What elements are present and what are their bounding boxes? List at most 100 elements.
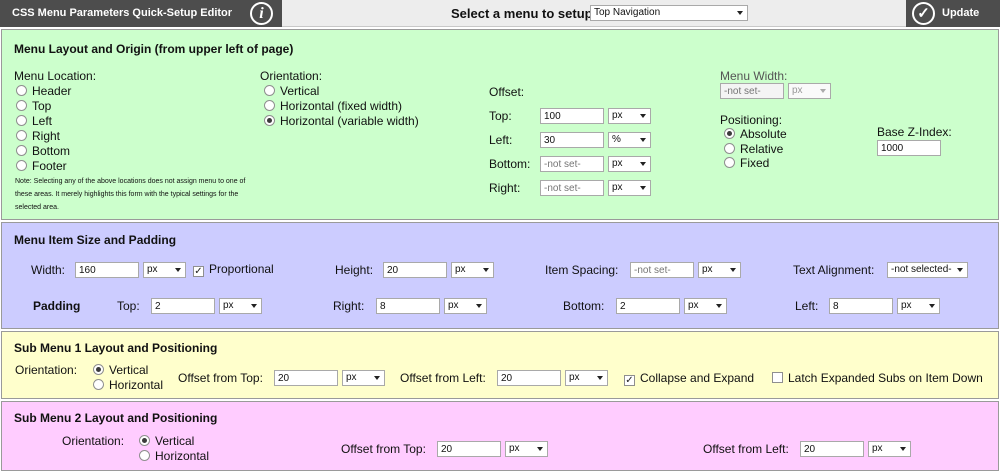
sub2-horizontal-radio[interactable]: Horizontal <box>139 449 209 464</box>
offset-top-unit-select[interactable]: px <box>608 108 651 124</box>
padding-right-input[interactable] <box>376 298 440 314</box>
radio-icon <box>16 160 27 171</box>
menu-item-title: Menu Item Size and Padding <box>14 233 177 247</box>
padding-top-label: Top: <box>117 299 140 313</box>
sub1-vertical-radio[interactable]: Vertical <box>93 363 148 378</box>
offset-top-input[interactable] <box>540 108 604 124</box>
select-value: px <box>702 264 713 275</box>
padding-right-label: Right: <box>333 299 365 313</box>
item-width-unit-select[interactable]: px <box>143 262 186 278</box>
location-footer-radio[interactable]: Footer <box>16 159 67 174</box>
offset-left-label: Left: <box>489 133 513 147</box>
radio-icon <box>724 143 735 154</box>
sub2-offset-left-input[interactable] <box>800 441 864 457</box>
chevron-down-icon <box>737 11 743 15</box>
radio-label: Relative <box>740 142 784 156</box>
positioning-absolute-radio[interactable]: Absolute <box>724 127 787 142</box>
select-value: px <box>569 372 580 383</box>
padding-top-unit-select[interactable]: px <box>219 298 262 314</box>
padding-top-input[interactable] <box>151 298 215 314</box>
padding-left-input[interactable] <box>829 298 893 314</box>
positioning-label: Positioning: <box>720 113 783 127</box>
offset-right-input[interactable] <box>540 180 604 196</box>
radio-icon <box>264 85 275 96</box>
sub2-offset-top-input[interactable] <box>437 441 501 457</box>
radio-label: Vertical <box>109 363 149 377</box>
item-width-input[interactable] <box>75 262 139 278</box>
latch-expanded-checkbox[interactable]: Latch Expanded Subs on Item Down <box>772 371 983 386</box>
sub-menu-1-title: Sub Menu 1 Layout and Positioning <box>14 341 218 355</box>
offset-right-unit-select[interactable]: px <box>608 180 651 196</box>
offset-bottom-unit-select[interactable]: px <box>608 156 651 172</box>
item-height-unit-select[interactable]: px <box>451 262 494 278</box>
location-right-radio[interactable]: Right <box>16 129 60 144</box>
radio-label: Fixed <box>740 156 770 170</box>
menu-location-label: Menu Location: <box>14 69 97 83</box>
offset-right-label: Right: <box>489 181 521 195</box>
positioning-relative-radio[interactable]: Relative <box>724 142 783 157</box>
orientation-horizontal-fixed-radio[interactable]: Horizontal (fixed width) <box>264 99 402 114</box>
location-top-radio[interactable]: Top <box>16 99 51 114</box>
select-value: px <box>612 158 623 169</box>
app-title-text: CSS Menu Parameters Quick-Setup Editor <box>12 7 233 19</box>
menu-width-unit-select[interactable]: px <box>788 83 831 99</box>
select-value: % <box>612 134 621 145</box>
location-header-radio[interactable]: Header <box>16 84 71 99</box>
radio-label: Left <box>32 114 53 128</box>
sub1-offset-left-input[interactable] <box>497 370 561 386</box>
sub1-offset-top-input[interactable] <box>274 370 338 386</box>
checkbox-label: Proportional <box>209 262 274 276</box>
radio-icon <box>16 100 27 111</box>
item-spacing-input[interactable] <box>630 262 694 278</box>
sub1-offset-top-unit-select[interactable]: px <box>342 370 385 386</box>
sub1-offset-left-unit-select[interactable]: px <box>565 370 608 386</box>
padding-left-unit-select[interactable]: px <box>897 298 940 314</box>
menu-select-dropdown[interactable]: Top Navigation <box>590 5 748 21</box>
sub-menu-1-panel: Sub Menu 1 Layout and Positioning Orient… <box>1 331 999 399</box>
update-label: Update <box>942 7 980 19</box>
offset-top-label: Top: <box>489 109 512 123</box>
radio-label: Horizontal <box>109 378 164 392</box>
collapse-expand-checkbox[interactable]: ✓ Collapse and Expand <box>624 371 754 386</box>
menu-select-value: Top Navigation <box>594 7 661 18</box>
location-left-radio[interactable]: Left <box>16 114 52 129</box>
update-button[interactable]: ✓ Update <box>906 0 1000 27</box>
top-bar: CSS Menu Parameters Quick-Setup Editor i… <box>0 0 1000 27</box>
sub2-offset-top-label: Offset from Top: <box>341 442 426 456</box>
item-spacing-label: Item Spacing: <box>545 263 619 277</box>
radio-label: Horizontal <box>155 449 210 463</box>
radio-label: Absolute <box>740 127 787 141</box>
radio-label: Header <box>32 84 72 98</box>
radio-label: Vertical <box>280 84 320 98</box>
z-index-input[interactable] <box>877 140 941 156</box>
orientation-horizontal-variable-radio[interactable]: Horizontal (variable width) <box>264 114 419 129</box>
proportional-checkbox[interactable]: ✓ Proportional <box>193 262 274 277</box>
radio-icon <box>16 145 27 156</box>
checkbox-label: Latch Expanded Subs on Item Down <box>788 371 983 385</box>
location-bottom-radio[interactable]: Bottom <box>16 144 70 159</box>
offset-left-input[interactable] <box>540 132 604 148</box>
sub2-offset-top-unit-select[interactable]: px <box>505 441 548 457</box>
radio-label: Vertical <box>155 434 195 448</box>
select-value: px <box>223 300 234 311</box>
menu-width-input[interactable] <box>720 83 784 99</box>
offset-left-unit-select[interactable]: % <box>608 132 651 148</box>
text-alignment-select[interactable]: -not selected- <box>887 262 968 278</box>
sub2-offset-left-unit-select[interactable]: px <box>868 441 911 457</box>
radio-icon <box>139 450 150 461</box>
sub1-offset-top-label: Offset from Top: <box>178 371 263 385</box>
item-height-input[interactable] <box>383 262 447 278</box>
chevron-down-icon <box>251 304 257 308</box>
chevron-down-icon <box>640 138 646 142</box>
sub2-vertical-radio[interactable]: Vertical <box>139 434 194 449</box>
item-spacing-unit-select[interactable]: px <box>698 262 741 278</box>
sub1-horizontal-radio[interactable]: Horizontal <box>93 378 163 393</box>
padding-bottom-unit-select[interactable]: px <box>684 298 727 314</box>
info-icon[interactable]: i <box>250 2 273 25</box>
orientation-vertical-radio[interactable]: Vertical <box>264 84 319 99</box>
radio-label: Horizontal (variable width) <box>280 114 419 128</box>
offset-bottom-input[interactable] <box>540 156 604 172</box>
padding-bottom-input[interactable] <box>616 298 680 314</box>
padding-right-unit-select[interactable]: px <box>444 298 487 314</box>
positioning-fixed-radio[interactable]: Fixed <box>724 156 769 171</box>
